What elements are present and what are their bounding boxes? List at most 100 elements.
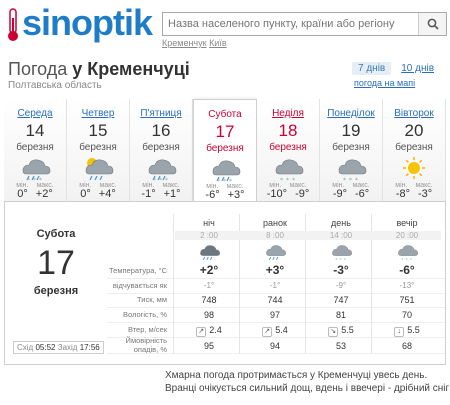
period-feels: -13° xyxy=(399,281,415,290)
sunrise-time: 05:52 xyxy=(35,343,56,352)
wind-direction-icon: ↗ xyxy=(196,327,207,337)
period-wind: ↓ 5.5 xyxy=(373,325,441,337)
max-temp: -9° xyxy=(295,188,310,200)
day-date: 14 xyxy=(25,121,45,140)
search-box xyxy=(162,12,447,36)
svg-text:*: * xyxy=(335,257,337,262)
cloud-rain-snow-icon: * * * xyxy=(194,157,256,184)
description-line: Хмарна погода протримається у Кременчуці… xyxy=(165,370,428,381)
cloud-light-snow-icon: * * * xyxy=(307,242,375,265)
svg-text:*: * xyxy=(340,257,342,262)
day-name[interactable]: Вівторок xyxy=(383,108,445,119)
max-temp: +2° xyxy=(35,188,53,200)
search-input[interactable] xyxy=(163,13,418,35)
day-name[interactable]: Неділя xyxy=(257,108,319,119)
row-label-pressure: Тиск, мм xyxy=(137,295,167,304)
period-time: 2 :00 xyxy=(175,231,243,240)
svg-text:*: * xyxy=(344,257,346,262)
thermometer-icon xyxy=(8,8,18,41)
min-temp: 0° xyxy=(17,188,28,200)
tab-10-days[interactable]: 10 днів xyxy=(399,62,436,75)
day-date: 15 xyxy=(88,121,108,140)
day-date: 20 xyxy=(404,121,424,140)
day-month: березня xyxy=(79,142,117,153)
wind-speed: 5.5 xyxy=(341,325,354,335)
period-humidity: 81 xyxy=(335,310,346,320)
map-link[interactable]: погода на мапі xyxy=(354,78,415,88)
day-date: 19 xyxy=(341,121,361,140)
day-tab[interactable]: Вівторок 20 березня мін. макс. -8° -3° xyxy=(383,99,446,201)
sun-times: Схід 05:52 Захід 17:56 xyxy=(13,341,104,354)
period-temp: +3° xyxy=(265,263,285,277)
region-label: Полтавська область xyxy=(8,80,102,91)
day-month: березня xyxy=(332,142,370,153)
period-wind: ↗ 2.4 xyxy=(175,325,243,337)
row-divider xyxy=(107,278,445,279)
svg-text:*: * xyxy=(401,257,403,262)
period-pressure: 747 xyxy=(333,295,349,305)
period-time: 14 :00 xyxy=(307,231,375,240)
selected-day-summary: Субота 17 березня Схід 05:52 Захід 17:56 xyxy=(5,202,107,364)
min-temp: 0° xyxy=(80,188,91,200)
row-label-humidity: Вологість, % xyxy=(123,310,167,319)
min-temp: -9° xyxy=(332,188,347,200)
period-precip: 53 xyxy=(335,341,346,351)
tab-7-days[interactable]: 7 днів xyxy=(352,62,392,75)
day-month: березня xyxy=(206,143,244,154)
search-button[interactable] xyxy=(418,13,446,35)
selected-month: березня xyxy=(33,285,79,297)
row-divider xyxy=(107,293,445,294)
cloud-snow-icon: * * * xyxy=(373,242,441,265)
min-temp: -8° xyxy=(395,188,410,200)
max-temp: -3° xyxy=(418,188,433,200)
period-time: 20 :00 xyxy=(373,231,441,240)
day-month: березня xyxy=(16,142,54,153)
sun-icon xyxy=(383,156,445,182)
cloud-rain-snow-icon: * * * xyxy=(4,156,66,183)
row-label-feels: відчувається як xyxy=(112,281,167,290)
day-name[interactable]: Субота xyxy=(194,109,256,120)
max-temp: +4° xyxy=(98,188,116,200)
row-label-precip: Ймовірність опадів, % xyxy=(125,336,167,354)
period-humidity: 97 xyxy=(269,310,280,320)
day-tab[interactable]: Четвер 15 березня мін. макс. 0° +4° xyxy=(67,99,130,201)
svg-text:*: * xyxy=(406,257,408,262)
recent-city-link[interactable]: Кременчук xyxy=(162,38,207,48)
period-humidity: 70 xyxy=(401,310,412,320)
day-name[interactable]: П'ятниця xyxy=(130,108,192,119)
period-temp: -6° xyxy=(399,263,415,277)
day-tab[interactable]: Неділя 18 березня * * * мін. макс. -10° -9° xyxy=(257,99,320,201)
wind-direction-icon: ↘ xyxy=(328,327,339,337)
wind-direction-icon: ↗ xyxy=(262,327,273,337)
period-name: ранок xyxy=(263,218,287,228)
day-name[interactable]: Середа xyxy=(4,108,66,119)
page-title: Погода у Кременчуці xyxy=(8,59,190,80)
description-line: Вранці очікується сильний дощ, вдень і в… xyxy=(165,383,450,394)
day-tab[interactable]: П'ятниця 16 березня * * * мін. макс. -1° +1° xyxy=(130,99,193,201)
recent-city-link[interactable]: Київ xyxy=(209,38,227,48)
day-tab[interactable]: Середа 14 березня * * * мін. макс. 0° +2° xyxy=(4,99,67,201)
search-icon xyxy=(427,18,439,30)
day-tab[interactable]: Субота 17 березня * * * мін. макс. -6° +3° xyxy=(193,99,257,201)
day-month: березня xyxy=(269,142,307,153)
day-detail-panel: Субота 17 березня Схід 05:52 Захід 17:56… xyxy=(4,201,446,365)
title-city: у Кременчуці xyxy=(72,59,190,79)
day-name[interactable]: Понеділок xyxy=(320,108,382,119)
wind-speed: 5.5 xyxy=(407,325,420,335)
range-tabs: 7 днів 10 днів xyxy=(352,62,436,75)
period-precip: 68 xyxy=(401,341,412,351)
period-time: 8 :00 xyxy=(241,231,309,240)
row-label-wind: Втер, м/сек xyxy=(127,325,167,334)
day-name[interactable]: Четвер xyxy=(67,108,129,119)
day-month: березня xyxy=(142,142,180,153)
row-divider xyxy=(107,353,445,354)
cloud-heavy-rain-icon xyxy=(175,242,243,265)
day-tabs: Середа 14 березня * * * мін. макс. 0° +2° Че… xyxy=(4,99,446,201)
min-temp: -6° xyxy=(205,189,220,201)
period-temp: -3° xyxy=(333,263,349,277)
cloud-snow-icon: * * * xyxy=(320,156,382,183)
day-date: 17 xyxy=(215,122,235,141)
sinoptik-logo[interactable]: sinoptik xyxy=(6,2,156,44)
selected-date: 17 xyxy=(37,244,75,282)
day-tab[interactable]: Понеділок 19 березня * * * мін. макс. -9° -6… xyxy=(320,99,383,201)
